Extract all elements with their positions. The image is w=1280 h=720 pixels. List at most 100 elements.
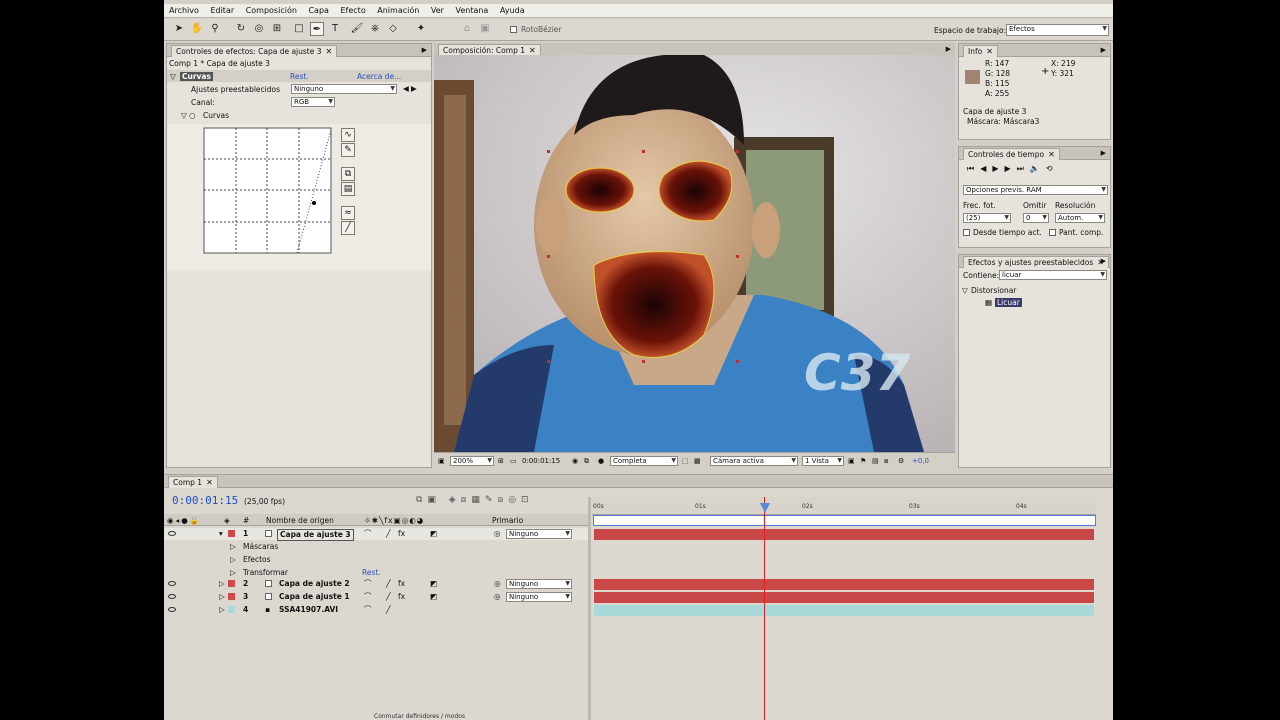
timeline-switches[interactable]: ⧉▣ ◈⧈▦✎⧆◎⊡ <box>416 495 534 505</box>
layer-label-color[interactable] <box>228 580 235 587</box>
parent-pick-whip-icon[interactable]: ◎ <box>494 591 501 603</box>
snapshot-icon[interactable]: ◉ <box>572 456 578 466</box>
visibility-eye-icon[interactable] <box>168 607 176 612</box>
close-icon[interactable]: ✕ <box>326 47 333 56</box>
rotate-tool-icon[interactable]: ↻ <box>234 22 248 36</box>
tab-info[interactable]: Info ✕ <box>963 45 998 57</box>
panel-menu-icon[interactable]: ▶ <box>1101 44 1106 57</box>
menu-archivo[interactable]: Archivo <box>169 4 199 18</box>
timeline-timecode[interactable]: 0:00:01:15 <box>172 494 238 507</box>
transform-group[interactable]: Transformar <box>243 568 288 577</box>
pen-tool-icon[interactable]: ✒ <box>310 22 324 36</box>
resolution-select[interactable]: Completa <box>610 456 678 466</box>
view-layout-select[interactable]: 1 Vista <box>802 456 844 466</box>
curves-graph[interactable] <box>203 127 333 254</box>
visibility-eye-icon[interactable] <box>168 581 176 586</box>
tab-effects-presets[interactable]: Efectos y ajustes preestablecidos ✕ <box>963 256 1109 268</box>
grid-icon[interactable]: ⊞ <box>498 456 504 466</box>
curves-expand-icon[interactable]: ▽ ○ <box>181 111 196 120</box>
flowchart-icon[interactable]: ⧈ <box>884 456 888 466</box>
ram-preview-options[interactable]: Opciones previs. RAM <box>963 185 1108 195</box>
menu-efecto[interactable]: Efecto <box>340 4 365 18</box>
layer-name[interactable]: Capa de ajuste 2 <box>279 578 350 590</box>
quality-icon[interactable]: ╱ <box>386 604 391 616</box>
mask-icon[interactable]: ▭ <box>510 456 517 466</box>
adjustment-layer-icon[interactable]: ◩ <box>430 578 437 590</box>
frame-rate-select[interactable]: (25) <box>963 213 1011 223</box>
curve-smooth-icon[interactable]: ∿ <box>341 128 355 142</box>
skip-select[interactable]: 0 <box>1023 213 1049 223</box>
close-icon[interactable]: ✕ <box>986 47 993 56</box>
layer-row-3[interactable]: ▷ 3 Capa de ajuste 1 ⌒ ╱ fx ◩ ◎ Ninguno <box>164 591 588 603</box>
menu-ventana[interactable]: Ventana <box>455 4 488 18</box>
layer-bar-4[interactable] <box>594 605 1094 616</box>
from-current-checkbox[interactable] <box>963 229 970 236</box>
tab-effect-controls[interactable]: Controles de efectos: Capa de ajuste 3 ✕ <box>171 45 338 57</box>
menu-composicion[interactable]: Composición <box>246 4 297 18</box>
transparency-grid-icon[interactable]: ▦ <box>694 456 701 466</box>
layer-label-color[interactable] <box>228 606 235 613</box>
preset-select[interactable]: Ninguno <box>291 84 397 94</box>
effects-group[interactable]: Efectos <box>243 555 271 564</box>
close-icon[interactable]: ✕ <box>529 46 536 55</box>
smooth-curve-icon[interactable]: ≈ <box>341 206 355 220</box>
channel-icon[interactable]: ● <box>598 456 604 466</box>
playhead-icon[interactable] <box>760 503 770 513</box>
clone-stamp-tool-icon[interactable]: ⎈ <box>368 22 382 36</box>
layer-label-color[interactable] <box>228 530 235 537</box>
axis-world-icon[interactable]: ▣ <box>478 22 492 36</box>
tab-time-controls[interactable]: Controles de tiempo ✕ <box>963 148 1060 160</box>
exposure-icon[interactable]: ⚙ <box>898 456 904 466</box>
adjustment-layer-icon[interactable]: ◩ <box>430 528 437 540</box>
layer-bar-2[interactable] <box>594 579 1094 590</box>
effects-search-input[interactable]: licuar <box>999 270 1107 280</box>
shy-icon[interactable]: ⌒ <box>364 591 372 603</box>
menu-ver[interactable]: Ver <box>431 4 444 18</box>
save-curve-icon[interactable]: ▤ <box>341 182 355 196</box>
close-icon[interactable]: ✕ <box>206 478 213 487</box>
exposure-value[interactable]: +0,0 <box>912 456 929 466</box>
effect-item-liquify[interactable]: Licuar <box>995 298 1022 307</box>
layer-label-color[interactable] <box>228 593 235 600</box>
preset-prev-icon[interactable]: ◀ <box>403 84 409 93</box>
close-icon[interactable]: ✕ <box>1048 150 1055 159</box>
pan-behind-tool-icon[interactable]: ⊞ <box>270 22 284 36</box>
channel-select[interactable]: RGB <box>291 97 335 107</box>
eraser-tool-icon[interactable]: ◇ <box>386 22 400 36</box>
category-expand-icon[interactable]: ▽ <box>962 286 968 295</box>
layer-row-4[interactable]: ▷ 4 ▪ SSA41907.AVI ⌒ ╱ <box>164 604 588 616</box>
reset-link[interactable]: Rest. <box>290 72 309 81</box>
brush-tool-icon[interactable]: 🖌 <box>350 22 364 36</box>
always-preview-icon[interactable]: ▣ <box>438 456 445 466</box>
layer-row-2[interactable]: ▷ 2 Capa de ajuste 2 ⌒ ╱ fx ◩ ◎ Ninguno <box>164 578 588 590</box>
fx-icon[interactable]: fx <box>398 578 405 590</box>
fx-icon[interactable]: fx <box>398 528 405 540</box>
tab-comp-timeline[interactable]: Comp 1 ✕ <box>168 476 218 488</box>
fast-preview-icon[interactable]: ⚑ <box>860 456 866 466</box>
selection-tool-icon[interactable]: ➤ <box>172 22 186 36</box>
work-area-bar[interactable] <box>593 515 1096 526</box>
shy-icon[interactable]: ⌒ <box>364 578 372 590</box>
current-time-indicator[interactable] <box>764 497 765 720</box>
menu-capa[interactable]: Capa <box>308 4 328 18</box>
parent-select[interactable]: Ninguno <box>506 579 572 589</box>
col-source-name[interactable]: Nombre de origen <box>266 516 334 525</box>
effects-expand-icon[interactable]: ▷ <box>230 555 236 564</box>
composition-viewer[interactable]: C37 <box>434 55 955 452</box>
about-link[interactable]: Acerca de... <box>357 72 401 81</box>
transform-reset-link[interactable]: Rest. <box>362 568 381 577</box>
expand-triangle-icon[interactable]: ▷ <box>219 578 225 590</box>
layer-bar-1[interactable] <box>594 529 1094 540</box>
full-screen-checkbox[interactable] <box>1049 229 1056 236</box>
transform-expand-icon[interactable]: ▷ <box>230 568 236 577</box>
effect-name[interactable]: Curvas <box>180 72 213 81</box>
masks-expand-icon[interactable]: ▷ <box>230 542 236 551</box>
show-snapshot-icon[interactable]: ⧉ <box>584 456 589 466</box>
playback-controls[interactable]: ⏮◀▶▶⏭🔈⟲ <box>967 164 1059 174</box>
quality-icon[interactable]: ╱ <box>386 528 391 540</box>
visibility-eye-icon[interactable] <box>168 531 176 536</box>
camera-select[interactable]: Cámara activa <box>710 456 798 466</box>
hand-tool-icon[interactable]: ✋ <box>190 22 204 36</box>
panel-menu-icon[interactable]: ▶ <box>1101 147 1106 160</box>
menu-animacion[interactable]: Animación <box>377 4 419 18</box>
